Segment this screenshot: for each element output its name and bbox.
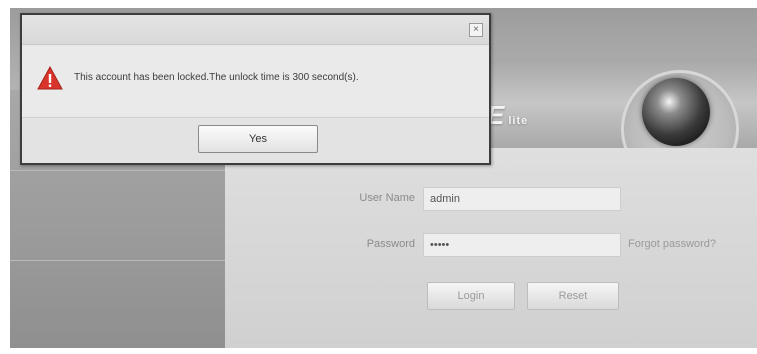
yes-button[interactable]: Yes [198,125,318,153]
username-row: User Name admin [225,187,757,213]
password-label: Password [366,238,415,250]
login-button[interactable]: Login [427,282,515,310]
brand-logo: Elite [487,100,529,130]
close-icon[interactable]: × [469,23,483,37]
password-row: Password ••••• Forgot password? [225,233,757,259]
username-label: User Name [359,192,415,204]
account-locked-dialog: × This account has been locked.The unloc… [20,13,491,165]
dialog-message: This account has been locked.The unlock … [74,72,359,83]
password-input[interactable]: ••••• [423,233,621,257]
panel-divider [10,170,225,171]
dialog-body: This account has been locked.The unlock … [22,46,489,118]
dialog-titlebar: × [22,15,489,45]
warning-icon [37,66,63,90]
username-input[interactable]: admin [423,187,621,211]
forgot-password-link[interactable]: Forgot password? [628,238,716,250]
reset-button[interactable]: Reset [527,282,619,310]
dialog-footer: Yes [22,119,489,163]
camera-lens-icon [642,78,710,146]
panel-divider [10,260,225,261]
